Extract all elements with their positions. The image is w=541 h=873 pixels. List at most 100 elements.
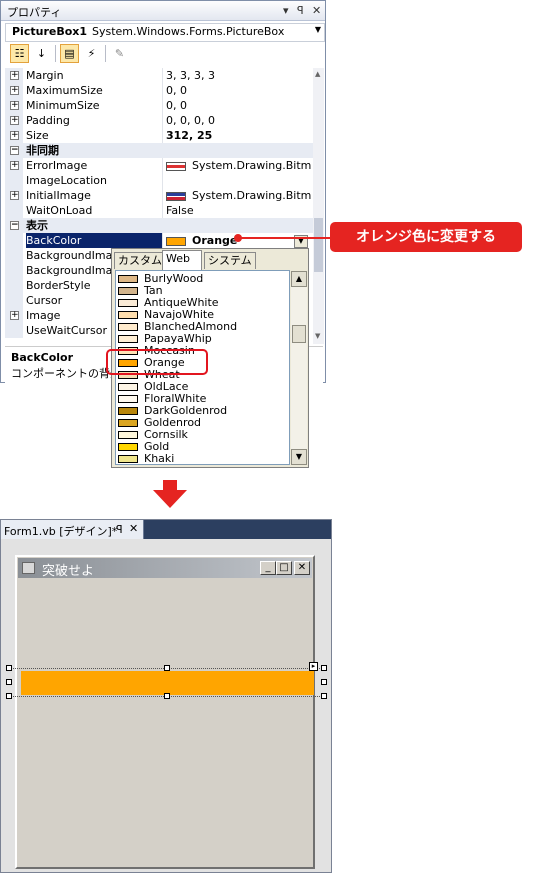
close-icon[interactable]: ✕ (312, 4, 321, 17)
scrollbar-thumb[interactable] (292, 325, 306, 343)
expand-icon[interactable]: + (10, 161, 19, 170)
property-value[interactable]: 0, 0 (166, 98, 312, 113)
row-gutter (5, 173, 23, 188)
tab-system[interactable]: システム (204, 252, 256, 269)
property-value-text: False (166, 204, 194, 217)
property-grid-scrollbar[interactable]: ▲ ▼ (313, 68, 324, 344)
row-gutter (5, 203, 23, 218)
picturebox[interactable] (21, 671, 314, 695)
row-gutter (5, 293, 23, 308)
object-type: System.Windows.Forms.PictureBox (92, 25, 285, 38)
property-value[interactable]: System.Drawing.Bitmap (166, 188, 312, 203)
object-name: PictureBox1 (12, 25, 88, 38)
expand-icon[interactable]: + (10, 71, 19, 80)
property-row[interactable]: + Margin 3, 3, 3, 3 (5, 68, 313, 83)
tab-label: Form1.vb [デザイン]* (4, 525, 118, 538)
scrollbar-thumb[interactable] (314, 218, 323, 272)
object-selector[interactable]: PictureBox1 System.Windows.Forms.Picture… (5, 23, 325, 42)
property-value-text: 0, 0, 0, 0 (166, 114, 215, 127)
highlight-box (106, 349, 208, 375)
resize-handle[interactable] (6, 679, 12, 685)
property-row[interactable]: + Padding 0, 0, 0, 0 (5, 113, 313, 128)
form-title: 突破せよ (42, 564, 95, 579)
expand-icon[interactable]: + (10, 191, 19, 200)
property-value[interactable]: False (166, 203, 312, 218)
expand-icon[interactable]: + (10, 131, 19, 140)
resize-handle[interactable] (6, 693, 12, 699)
dropdown-menu-icon[interactable]: ▾ (283, 4, 289, 17)
down-arrow-icon (153, 480, 187, 508)
property-value[interactable]: 0, 0 (166, 83, 312, 98)
property-row[interactable]: + MaximumSize 0, 0 (5, 83, 313, 98)
properties-title-bar: プロパティ ▾ ꟼ ✕ (1, 1, 325, 21)
color-swatch (166, 236, 186, 246)
expand-icon[interactable]: + (10, 101, 19, 110)
color-name: Khaki (144, 452, 175, 465)
scroll-down-icon[interactable]: ▼ (291, 449, 307, 465)
expand-icon[interactable]: + (10, 86, 19, 95)
initial-image-icon (166, 191, 186, 201)
color-swatch (118, 455, 138, 463)
resize-handle[interactable] (321, 679, 327, 685)
callout-dot (234, 234, 242, 242)
collapse-icon[interactable]: − (10, 146, 19, 155)
property-category[interactable]: − 非同期 (5, 143, 313, 158)
close-icon[interactable]: ✕ (129, 522, 138, 535)
properties-icon[interactable]: ▤ (60, 44, 79, 63)
color-swatch (118, 323, 138, 331)
collapse-icon[interactable]: − (10, 221, 19, 230)
resize-handle[interactable] (321, 693, 327, 699)
scroll-up-icon[interactable]: ▲ (291, 271, 307, 287)
color-swatch (118, 299, 138, 307)
color-list-scrollbar[interactable]: ▲ ▼ (291, 271, 307, 465)
close-icon[interactable]: ✕ (294, 561, 310, 575)
expand-icon[interactable]: + (10, 311, 19, 320)
color-item[interactable]: Khaki (118, 452, 175, 465)
property-value[interactable]: System.Drawing.Bitmap (166, 158, 312, 173)
resize-handle[interactable] (164, 693, 170, 699)
resize-handle[interactable] (321, 665, 327, 671)
property-row[interactable]: + MinimumSize 0, 0 (5, 98, 313, 113)
tab-web[interactable]: Web (162, 250, 202, 270)
pin-icon[interactable]: ꟼ (297, 4, 304, 17)
categorized-icon[interactable]: ☷ (10, 44, 29, 63)
property-value[interactable]: 0, 0, 0, 0 (166, 113, 312, 128)
toolbar-separator (55, 45, 56, 62)
color-swatch (118, 443, 138, 451)
scroll-up-icon[interactable]: ▲ (315, 70, 320, 78)
property-row[interactable]: + Size 312, 25 (5, 128, 313, 143)
property-name: BackColor (26, 233, 163, 248)
color-swatch (118, 419, 138, 427)
row-gutter (5, 278, 23, 293)
property-category[interactable]: − 表示 (5, 218, 313, 233)
property-row[interactable]: BackColor Orange (5, 233, 313, 248)
property-value[interactable]: 312, 25 (166, 128, 312, 143)
alphabetical-icon[interactable]: ↓ (32, 44, 51, 63)
chevron-down-icon[interactable]: ▼ (315, 25, 321, 34)
property-name: Margin (26, 68, 163, 83)
property-value[interactable]: 3, 3, 3, 3 (166, 68, 312, 83)
tab-custom[interactable]: カスタム (114, 252, 166, 269)
property-row[interactable]: + ErrorImage System.Drawing.Bitmap (5, 158, 313, 173)
smart-tag-icon[interactable]: ▸ (309, 662, 318, 671)
maximize-icon[interactable]: □ (276, 561, 292, 575)
color-swatch (118, 311, 138, 319)
resize-handle[interactable] (6, 665, 12, 671)
tab-form1-design[interactable]: Form1.vb [デザイン]* ꟼ ✕ (1, 520, 144, 539)
property-row[interactable]: + InitialImage System.Drawing.Bitmap (5, 188, 313, 203)
minimize-icon[interactable]: _ (260, 561, 276, 575)
property-row[interactable]: WaitOnLoad False (5, 203, 313, 218)
scroll-down-icon[interactable]: ▼ (315, 332, 320, 340)
resize-handle[interactable] (164, 665, 170, 671)
property-row[interactable]: ImageLocation (5, 173, 313, 188)
form-window[interactable]: 突破せよ _ □ ✕ (15, 555, 315, 869)
pin-icon[interactable]: ꟼ (116, 523, 123, 536)
property-name: InitialImage (26, 188, 163, 203)
description-text: コンポーネントの背景 (11, 367, 121, 380)
color-swatch (118, 335, 138, 343)
expand-icon[interactable]: + (10, 116, 19, 125)
events-icon[interactable]: ⚡ (82, 44, 101, 63)
form-title-bar: 突破せよ _ □ ✕ (18, 558, 312, 579)
property-pages-icon[interactable]: ✎ (110, 44, 129, 63)
property-value-text: System.Drawing.Bitmap (192, 159, 312, 172)
